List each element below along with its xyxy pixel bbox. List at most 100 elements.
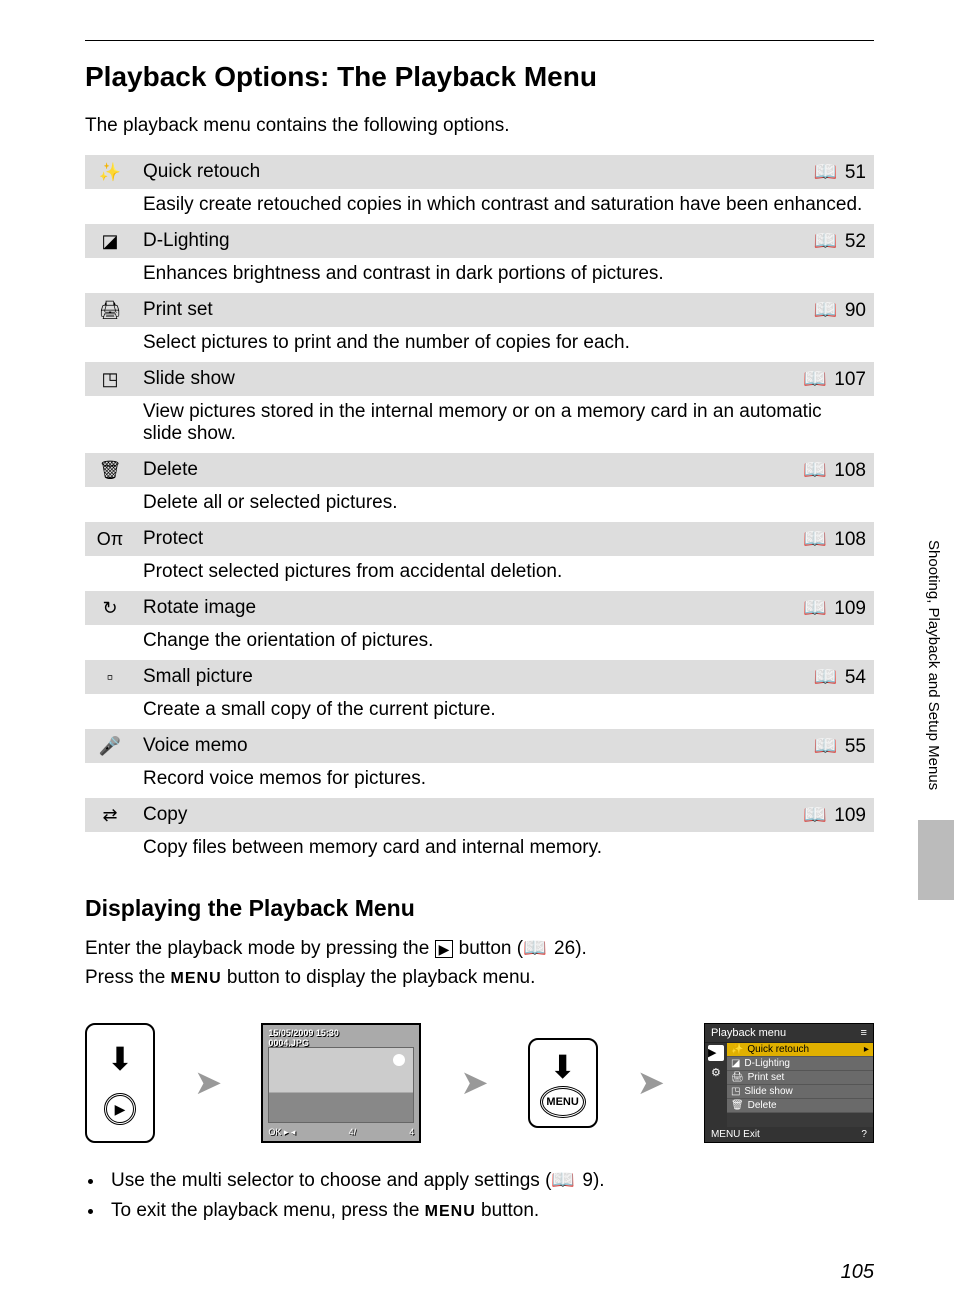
- menu-item-icon: ✨: [731, 1044, 743, 1055]
- option-description: Select pictures to print and the number …: [135, 327, 874, 362]
- menu-item-icon: 🗑: [731, 1100, 744, 1111]
- subheading: Displaying the Playback Menu: [85, 895, 874, 922]
- option-page-ref: 📖 109: [794, 591, 874, 625]
- option-desc-row: View pictures stored in the internal mem…: [85, 396, 874, 453]
- option-page-ref: 📖 108: [794, 522, 874, 556]
- option-description: Record voice memos for pictures.: [135, 763, 874, 798]
- option-row: 🎤Voice memo📖 55: [85, 729, 874, 763]
- menu-item-label: Print set: [748, 1072, 785, 1083]
- flow-arrow-icon: ➤: [637, 1063, 666, 1103]
- option-desc-row: Change the orientation of pictures.: [85, 625, 874, 660]
- book-icon: 📖: [803, 367, 827, 391]
- book-icon: 📖: [814, 665, 838, 689]
- option-description: View pictures stored in the internal mem…: [135, 396, 874, 453]
- arrow-down-icon: ⬇: [549, 1048, 576, 1086]
- option-row: 🖨Print set📖 90: [85, 293, 874, 327]
- book-icon: 📖: [814, 734, 838, 758]
- menu-item-label: Slide show: [744, 1086, 792, 1097]
- flow-arrow-icon: ➤: [194, 1063, 223, 1103]
- book-icon: 📖: [551, 1168, 575, 1192]
- lcd-preview: 15/05/2009 15:30 0004.JPG OK ▸ ◂ 4/ 4: [261, 1023, 421, 1143]
- menu-item-label: D-Lighting: [744, 1058, 790, 1069]
- option-icon: ✨: [85, 155, 135, 189]
- menu-footer-help-icon: ?: [861, 1129, 867, 1140]
- option-row: ◳Slide show📖 107: [85, 362, 874, 396]
- play-button-box: ⬇ ▶: [85, 1023, 155, 1143]
- book-icon: 📖: [803, 527, 827, 551]
- option-page-ref: 📖 54: [794, 660, 874, 694]
- list-item: Use the multi selector to choose and app…: [105, 1168, 874, 1192]
- option-description: Change the orientation of pictures.: [135, 625, 874, 660]
- play-icon: ▶: [435, 940, 454, 959]
- menu-list-item: 🗑 Delete: [727, 1099, 873, 1113]
- option-row: ▫Small picture📖 54: [85, 660, 874, 694]
- option-desc-row: Copy files between memory card and inter…: [85, 832, 874, 867]
- option-desc-row: Enhances brightness and contrast in dark…: [85, 258, 874, 293]
- option-desc-row: Create a small copy of the current pictu…: [85, 694, 874, 729]
- option-description: Easily create retouched copies in which …: [135, 189, 874, 224]
- playback-options-table: ✨Quick retouch📖 51Easily create retouche…: [85, 155, 874, 867]
- list-item: To exit the playback menu, press the MEN…: [105, 1200, 874, 1222]
- option-icon: ⇄: [85, 798, 135, 832]
- option-desc-row: Delete all or selected pictures.: [85, 487, 874, 522]
- menu-footer-exit: MENU Exit: [711, 1129, 760, 1140]
- option-description: Create a small copy of the current pictu…: [135, 694, 874, 729]
- lcd-bottom-right: 4: [409, 1127, 414, 1138]
- menu-button-label: MENU: [425, 1203, 476, 1220]
- option-description: Enhances brightness and contrast in dark…: [135, 258, 874, 293]
- body-line-2: Press the MENU button to display the pla…: [85, 963, 874, 992]
- book-icon: 📖: [814, 160, 838, 184]
- lcd-bottom-mid: 4/: [349, 1127, 357, 1138]
- side-tab-setup-icon: ⚙: [711, 1065, 721, 1081]
- menu-list-item: 🖨 Print set: [727, 1071, 873, 1085]
- menu-hamburger-icon: ≡: [861, 1027, 867, 1039]
- menu-screen-title: Playback menu: [711, 1027, 786, 1039]
- option-title: Small picture: [135, 660, 794, 694]
- lcd-date: 15/05/2009 15:30: [268, 1028, 339, 1038]
- option-page-ref: 📖 52: [794, 224, 874, 258]
- book-icon: 📖: [814, 229, 838, 253]
- page-number: 105: [841, 1261, 874, 1284]
- option-title: Rotate image: [135, 591, 794, 625]
- option-page-ref: 📖 108: [794, 453, 874, 487]
- option-desc-row: Record voice memos for pictures.: [85, 763, 874, 798]
- option-row: ⇄Copy📖 109: [85, 798, 874, 832]
- option-icon: ▫: [85, 660, 135, 694]
- option-title: Print set: [135, 293, 794, 327]
- playback-menu-screen: Playback menu ≡ ▶ ⚙ ✨Quick retouch▸◪D-Li…: [704, 1023, 874, 1143]
- option-desc-row: Easily create retouched copies in which …: [85, 189, 874, 224]
- body-line-1: Enter the playback mode by pressing the …: [85, 934, 874, 963]
- option-icon: ↻: [85, 591, 135, 625]
- option-row: OπProtect📖 108: [85, 522, 874, 556]
- play-circle-icon: ▶: [104, 1093, 136, 1125]
- option-title: Quick retouch: [135, 155, 794, 189]
- option-title: Protect: [135, 522, 794, 556]
- menu-item-label: Quick retouch: [747, 1044, 809, 1055]
- option-row: ◪D-Lighting📖 52: [85, 224, 874, 258]
- option-icon: 🖨: [85, 293, 135, 327]
- intro-text: The playback menu contains the following…: [85, 115, 874, 137]
- side-tab-play-icon: ▶: [708, 1045, 724, 1061]
- option-row: ✨Quick retouch📖 51: [85, 155, 874, 189]
- lcd-bottom-left: OK ▸ ◂: [268, 1127, 295, 1138]
- option-page-ref: 📖 109: [794, 798, 874, 832]
- book-icon: 📖: [814, 298, 838, 322]
- menu-list-item: ◳Slide show: [727, 1085, 873, 1099]
- side-tab-marker: [918, 820, 954, 900]
- menu-item-icon: 🖨: [731, 1072, 744, 1083]
- option-row: ↻Rotate image📖 109: [85, 591, 874, 625]
- option-title: Voice memo: [135, 729, 794, 763]
- option-description: Delete all or selected pictures.: [135, 487, 874, 522]
- option-title: Slide show: [135, 362, 794, 396]
- option-icon: 🗑: [85, 453, 135, 487]
- option-title: Delete: [135, 453, 794, 487]
- book-icon: 📖: [803, 803, 827, 827]
- book-icon: 📖: [523, 934, 547, 963]
- section-label: Shooting, Playback and Setup Menus: [925, 540, 942, 790]
- option-icon: 🎤: [85, 729, 135, 763]
- side-tab: Shooting, Playback and Setup Menus: [902, 540, 954, 900]
- option-icon: Oπ: [85, 522, 135, 556]
- menu-item-label: Delete: [748, 1100, 777, 1111]
- page-title: Playback Options: The Playback Menu: [85, 61, 874, 93]
- menu-button-label: MENU: [171, 970, 222, 987]
